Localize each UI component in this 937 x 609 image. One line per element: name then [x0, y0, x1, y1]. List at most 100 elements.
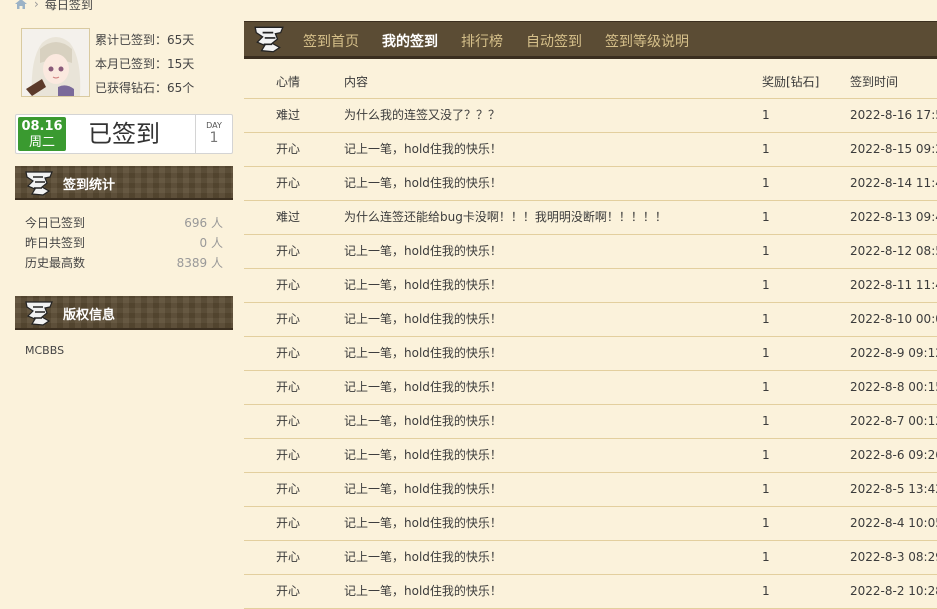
cell-reward: 1: [762, 380, 770, 394]
cell-mood: 开心: [276, 312, 301, 326]
cell-content: 记上一笔，hold住我的快乐！: [344, 584, 502, 598]
stat-value: 8389 人: [176, 256, 223, 270]
cell-time: 2022-8-14 11:44: [850, 176, 937, 190]
cell-content: 记上一笔，hold住我的快乐！: [344, 448, 502, 462]
day-counter: DAY 1: [195, 115, 232, 153]
user-stats: 累计已签到：65天 本月已签到：15天 已获得钻石：65个: [95, 28, 194, 100]
diamonds-earned: 已获得钻石：65个: [95, 81, 195, 95]
cell-content: 记上一笔，hold住我的快乐！: [344, 176, 502, 190]
day-label: DAY: [206, 121, 222, 130]
table-row: 开心 记上一笔，hold住我的快乐！ 1 2022-8-6 09:26: [244, 439, 937, 473]
cell-content: 记上一笔，hold住我的快乐！: [344, 550, 502, 564]
cell-mood: 开心: [276, 278, 301, 292]
cell-content: 记上一笔，hold住我的快乐！: [344, 346, 502, 360]
tab-level-info[interactable]: 签到等级说明: [605, 31, 689, 51]
cell-content: 记上一笔，hold住我的快乐！: [344, 482, 502, 496]
cell-mood: 开心: [276, 414, 301, 428]
cell-content: 记上一笔，hold住我的快乐！: [344, 142, 502, 156]
cell-mood: 开心: [276, 584, 301, 598]
stats-header: 签到统计: [15, 166, 233, 200]
signed-label: 已签到: [88, 120, 160, 148]
cell-content: 为什么我的连签又没了？？？: [344, 108, 501, 122]
cell-time: 2022-8-10 00:00: [850, 312, 937, 326]
cell-time: 2022-8-5 13:42: [850, 482, 937, 496]
weekday-text: 周二: [28, 135, 55, 150]
cell-time: 2022-8-15 09:22: [850, 142, 937, 156]
cell-time: 2022-8-4 10:05: [850, 516, 937, 530]
cell-mood: 开心: [276, 550, 301, 564]
table-row: 开心 记上一笔，hold住我的快乐！ 1 2022-8-8 00:15: [244, 371, 937, 405]
cell-reward: 1: [762, 312, 770, 326]
home-icon[interactable]: [14, 0, 28, 10]
header-content: 内容: [344, 75, 369, 89]
cell-content: 记上一笔，hold住我的快乐！: [344, 414, 502, 428]
cell-content: 记上一笔，hold住我的快乐！: [344, 380, 502, 394]
cell-reward: 1: [762, 346, 770, 360]
cell-reward: 1: [762, 584, 770, 598]
stat-label: 今日已签到: [25, 216, 86, 230]
table-row: 开心 记上一笔，hold住我的快乐！ 1 2022-8-15 09:22: [244, 133, 937, 167]
copyright-text: MCBBS: [25, 344, 65, 357]
day-value: 1: [209, 130, 219, 146]
date-badge: 08.16 周二: [18, 117, 66, 151]
date-text: 08.16: [21, 119, 63, 134]
table-row: 开心 记上一笔，hold住我的快乐！ 1 2022-8-3 08:29: [244, 541, 937, 575]
table-row: 开心 记上一笔，hold住我的快乐！ 1 2022-8-10 00:00: [244, 303, 937, 337]
cell-reward: 1: [762, 244, 770, 258]
cell-mood: 开心: [276, 176, 301, 190]
cell-time: 2022-8-13 09:40: [850, 210, 937, 224]
cell-content: 记上一笔，hold住我的快乐！: [344, 244, 502, 258]
avatar[interactable]: [21, 28, 90, 97]
cell-reward: 1: [762, 278, 770, 292]
cell-reward: 1: [762, 516, 770, 530]
table-header: 心情 内容 奖励[钻石] 签到时间: [244, 67, 937, 99]
tab-my-sign[interactable]: 我的签到: [382, 31, 438, 51]
stat-label: 历史最高数: [25, 256, 86, 270]
table-row: 开心 记上一笔，hold住我的快乐！ 1 2022-8-9 09:12: [244, 337, 937, 371]
cell-mood: 开心: [276, 346, 301, 360]
cell-content: 记上一笔，hold住我的快乐！: [344, 516, 502, 530]
cell-reward: 1: [762, 482, 770, 496]
copyright-title: 版权信息: [63, 308, 116, 323]
mcbbs-logo-icon: [25, 301, 53, 326]
tab-sign-home[interactable]: 签到首页: [303, 31, 359, 51]
table-row: 开心 记上一笔，hold住我的快乐！ 1 2022-8-7 00:12: [244, 405, 937, 439]
stat-value: 0 人: [199, 236, 223, 250]
cell-time: 2022-8-9 09:12: [850, 346, 937, 360]
stats-title: 签到统计: [63, 178, 116, 193]
breadcrumb-separator: ›: [34, 0, 39, 11]
table-row: 开心 记上一笔，hold住我的快乐！ 1 2022-8-14 11:44: [244, 167, 937, 201]
stat-record: 历史最高数 8389 人: [25, 254, 223, 271]
cell-content: 记上一笔，hold住我的快乐！: [344, 312, 502, 326]
table-row: 难过 为什么连签还能给bug卡没啊！！！我明明没断啊！！！！！ 1 2022-8-13…: [244, 201, 937, 235]
cell-mood: 开心: [276, 244, 301, 258]
copyright-header: 版权信息: [15, 296, 233, 330]
tab-auto-sign[interactable]: 自动签到: [526, 31, 582, 51]
breadcrumb-current[interactable]: 每日签到: [45, 0, 93, 13]
stat-today: 今日已签到 696 人: [25, 214, 223, 231]
cell-mood: 开心: [276, 516, 301, 530]
month-signed: 本月已签到：15天: [95, 57, 195, 71]
cell-time: 2022-8-16 17:53: [850, 108, 937, 122]
mcbbs-logo-icon[interactable]: [252, 24, 286, 54]
stat-value: 696 人: [184, 216, 223, 230]
table-row: 开心 记上一笔，hold住我的快乐！ 1 2022-8-11 11:42: [244, 269, 937, 303]
cell-time: 2022-8-3 08:29: [850, 550, 937, 564]
cell-mood: 难过: [276, 210, 301, 224]
cell-reward: 1: [762, 210, 770, 224]
table-row: 难过 为什么我的连签又没了？？？ 1 2022-8-16 17:53: [244, 99, 937, 133]
table-row: 开心 记上一笔，hold住我的快乐！ 1 2022-8-4 10:05: [244, 507, 937, 541]
cell-reward: 1: [762, 142, 770, 156]
cell-time: 2022-8-6 09:26: [850, 448, 937, 462]
tab-ranking[interactable]: 排行榜: [461, 31, 503, 51]
cell-time: 2022-8-8 00:15: [850, 380, 937, 394]
cell-mood: 开心: [276, 142, 301, 156]
cell-time: 2022-8-2 10:28: [850, 584, 937, 598]
total-signed: 累计已签到：65天: [95, 33, 195, 47]
breadcrumb: › 每日签到: [14, 0, 93, 12]
mcbbs-logo-icon: [25, 171, 53, 196]
signed-status-card: 08.16 周二 已签到 DAY 1: [15, 114, 233, 154]
table-row: 开心 记上一笔，hold住我的快乐！ 1 2022-8-2 10:28: [244, 575, 937, 609]
sign-history-table: 心情 内容 奖励[钻石] 签到时间 难过 为什么我的连签又没了？？？ 1 2022-8…: [244, 67, 937, 609]
cell-mood: 难过: [276, 108, 301, 122]
